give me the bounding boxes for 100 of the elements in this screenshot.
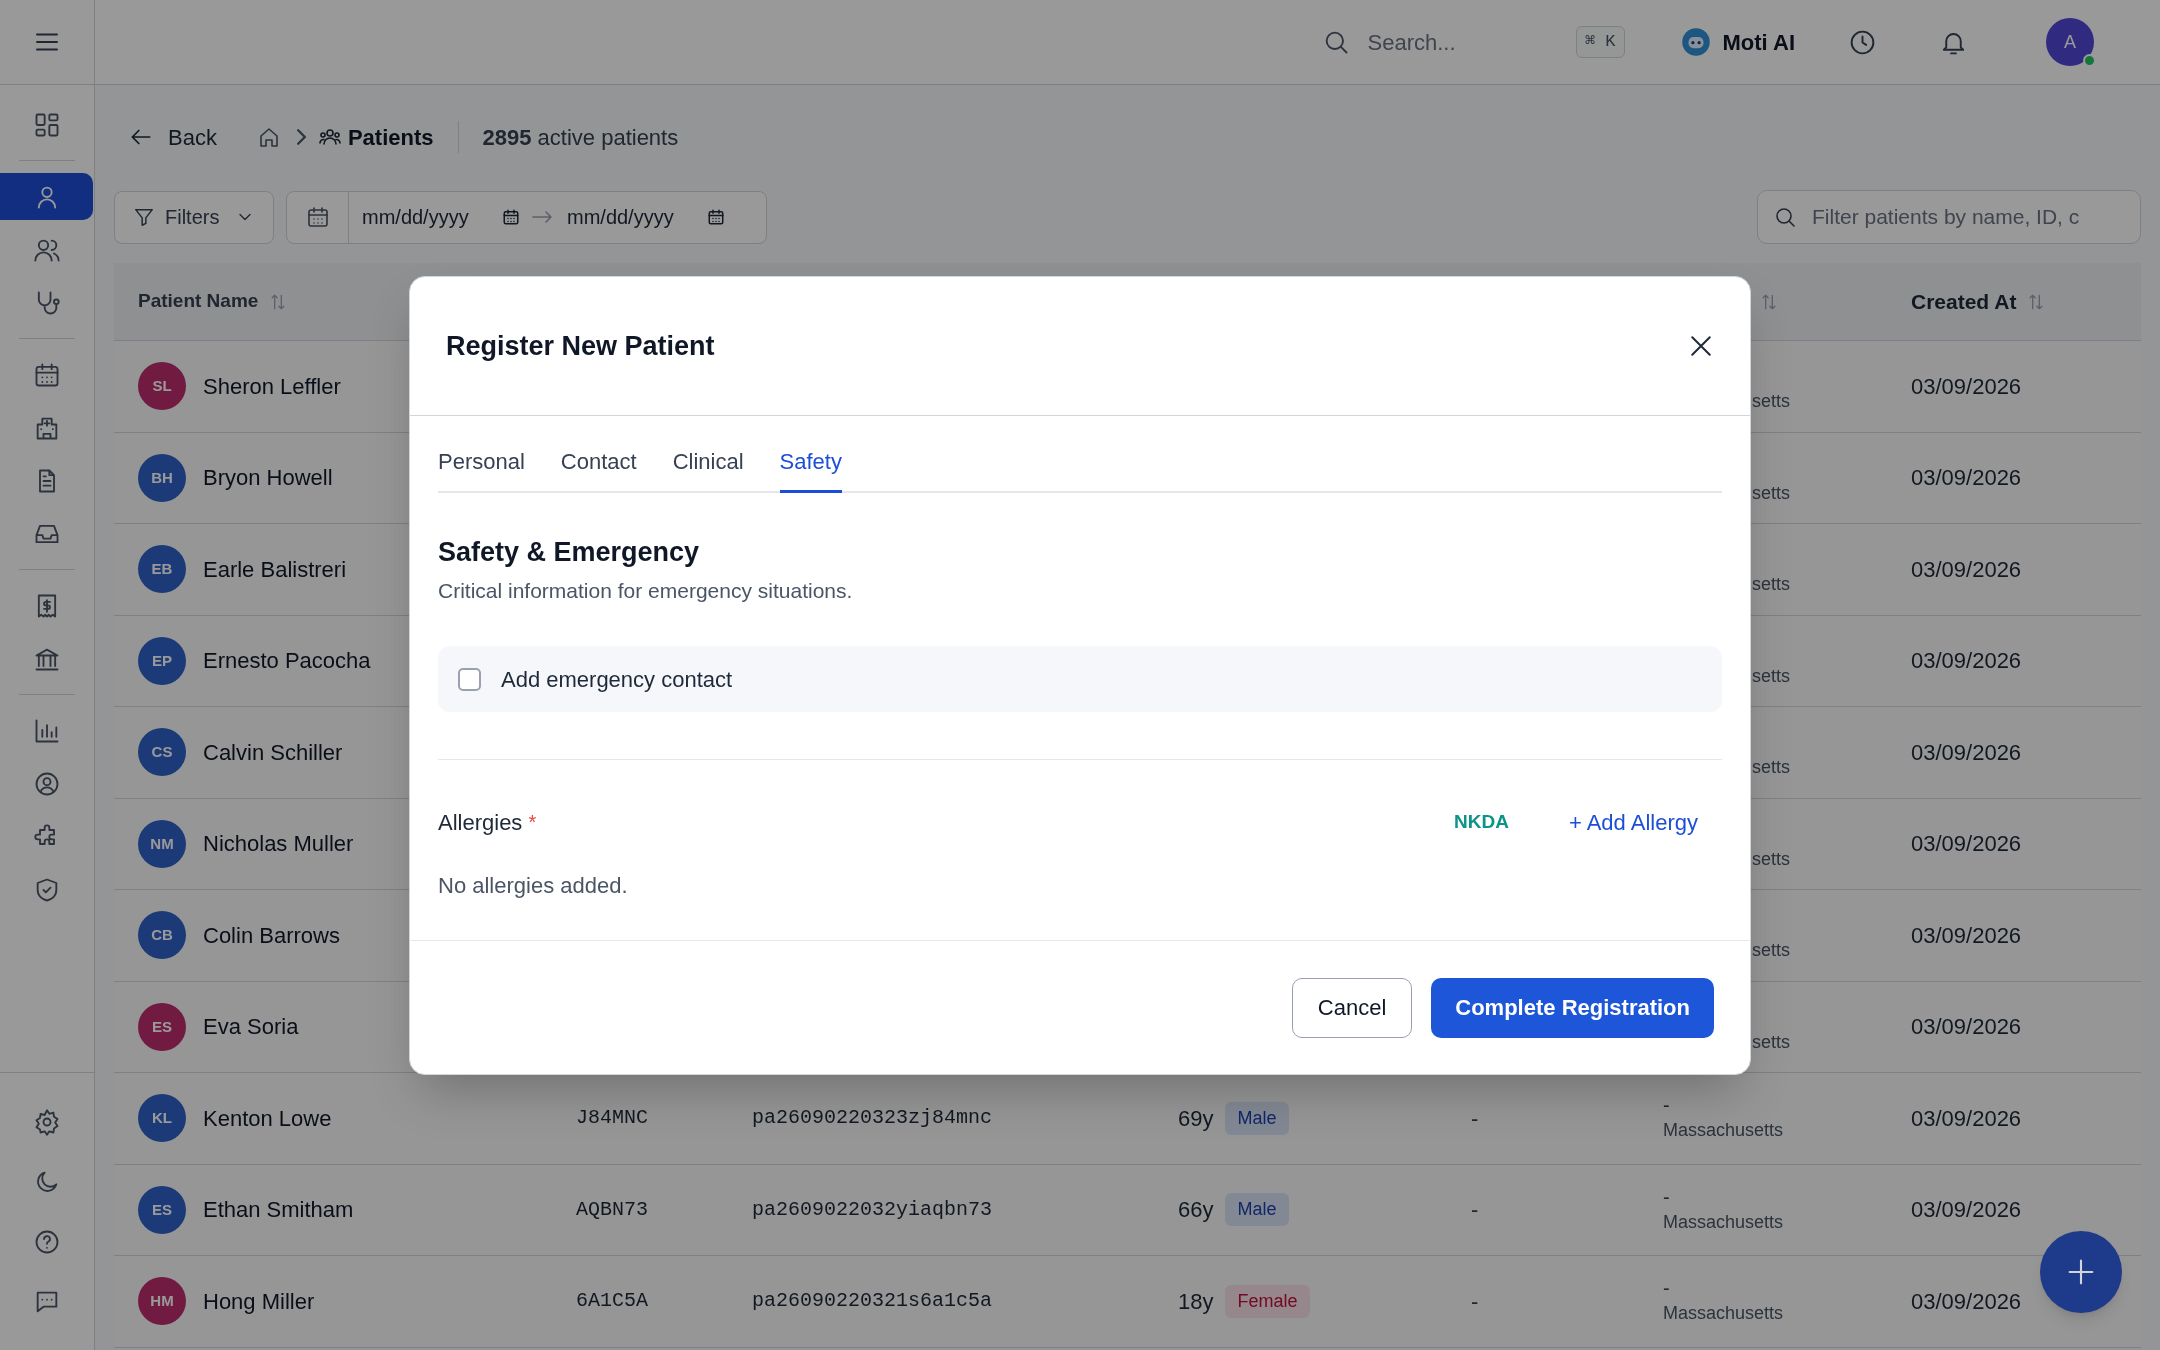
created-date: 03/09/2026 bbox=[1911, 922, 2022, 948]
avatar-initials: EP bbox=[138, 636, 186, 685]
keyboard-shortcut: ⌘ K bbox=[1575, 26, 1625, 58]
avatar-initials: CB bbox=[138, 911, 186, 960]
location-text: setts bbox=[1752, 664, 1791, 688]
table-cell: pa2609022032yiaqbn73 bbox=[752, 1197, 993, 1221]
empty-allergies-text: No allergies added. bbox=[438, 872, 629, 900]
breadcrumb-current: Patients bbox=[347, 123, 434, 152]
dialog-tab[interactable]: Contact bbox=[560, 433, 637, 493]
section-title: Safety & Emergency bbox=[438, 536, 701, 569]
avatar-initials: NM bbox=[138, 819, 186, 868]
chevron-right-icon bbox=[296, 129, 306, 145]
age-text: 69y bbox=[1178, 1104, 1214, 1133]
section-description: Critical information for emergency situations. bbox=[438, 577, 854, 604]
nkda-button[interactable]: NKDA bbox=[1454, 807, 1509, 837]
table-cell-text: - bbox=[1663, 1276, 1671, 1301]
location-text: setts bbox=[1752, 390, 1791, 414]
table-cell: - bbox=[1471, 1197, 1479, 1223]
age-text: 18y bbox=[1178, 1287, 1214, 1316]
created-date: 03/09/2026 bbox=[1911, 648, 2022, 674]
table-cell: - bbox=[1471, 1105, 1479, 1131]
created-date: 03/09/2026 bbox=[1911, 831, 2022, 857]
created-date: 03/09/2026 bbox=[1911, 465, 2022, 491]
age-text: 66y bbox=[1178, 1196, 1214, 1225]
location-text: setts bbox=[1752, 573, 1791, 597]
robot-face-icon bbox=[1680, 27, 1711, 57]
required-asterisk: * bbox=[528, 810, 537, 835]
dialog-tab[interactable]: Clinical bbox=[672, 433, 744, 493]
patient-name: Nicholas Muller bbox=[203, 830, 354, 859]
created-date: 03/09/2026 bbox=[1911, 1288, 2022, 1314]
table-cell: - bbox=[1471, 1288, 1479, 1314]
patient-search-field[interactable]: Filter patients by name, ID, c bbox=[1757, 190, 2141, 244]
patient-name: Ernesto Pacocha bbox=[203, 647, 371, 676]
table-cell-text: - bbox=[1663, 1093, 1671, 1118]
checkbox[interactable] bbox=[458, 667, 481, 691]
dialog-tab[interactable]: Safety bbox=[779, 433, 842, 493]
created-date: 03/09/2026 bbox=[1911, 373, 2022, 399]
created-date: 03/09/2026 bbox=[1911, 1197, 2022, 1223]
patient-name: Calvin Schiller bbox=[203, 738, 343, 767]
created-date: 03/09/2026 bbox=[1911, 739, 2022, 765]
location-text: setts bbox=[1752, 847, 1791, 871]
location-text: Massachusetts bbox=[1663, 1302, 1785, 1326]
dialog-tab[interactable]: Personal bbox=[438, 433, 525, 493]
column-header[interactable]: Created At bbox=[1911, 285, 2017, 318]
date-field[interactable]: mm/dd/yyyy bbox=[362, 202, 488, 232]
column-header[interactable]: Patient Name bbox=[138, 287, 259, 316]
created-date: 03/09/2026 bbox=[1911, 1105, 2022, 1131]
location-text: setts bbox=[1752, 939, 1791, 963]
avatar-initials: ES bbox=[138, 1002, 186, 1051]
patient-name: Sheron Leffler bbox=[203, 372, 341, 401]
complete-registration-button[interactable]: Complete Registration bbox=[1431, 977, 1714, 1038]
filters-button[interactable]: Filters bbox=[114, 190, 274, 244]
search-field[interactable]: Search... bbox=[1367, 25, 1538, 59]
calendar-icon bbox=[502, 208, 520, 226]
filter-icon bbox=[133, 206, 155, 228]
table-cell: AQBN73 bbox=[576, 1197, 648, 1221]
dialog-title: Register New Patient bbox=[446, 329, 715, 363]
avatar-initials: KL bbox=[138, 1094, 186, 1143]
sidebar-item[interactable] bbox=[0, 173, 93, 220]
date-field[interactable]: mm/dd/yyyy bbox=[567, 202, 693, 232]
patient-name: Kenton Lowe bbox=[203, 1104, 332, 1133]
location-text: Massachusetts bbox=[1663, 1210, 1785, 1234]
assistant-button[interactable]: Moti AI bbox=[1680, 25, 1795, 59]
checkbox-label: Add emergency contact bbox=[501, 665, 733, 694]
location-text: setts bbox=[1752, 756, 1791, 780]
gender-badge: Female bbox=[1225, 1284, 1310, 1318]
cancel-button[interactable]: Cancel bbox=[1291, 977, 1413, 1038]
avatar-initials: EB bbox=[138, 545, 186, 594]
patient-name: Hong Miller bbox=[203, 1287, 315, 1316]
avatar-initials: ES bbox=[138, 1185, 186, 1234]
calendar-icon bbox=[305, 205, 330, 229]
patient-count: 2895 active patients bbox=[482, 123, 679, 152]
patient-name: Colin Barrows bbox=[203, 921, 340, 950]
settings-icon bbox=[33, 1108, 61, 1136]
patient-name: Ethan Smitham bbox=[203, 1196, 354, 1225]
help-icon bbox=[33, 1228, 61, 1256]
table-cell: J84MNC bbox=[576, 1106, 648, 1130]
location-text: setts bbox=[1752, 1030, 1791, 1054]
patient-name: Eva Soria bbox=[203, 1013, 299, 1042]
back-link[interactable]: Back bbox=[128, 120, 217, 154]
gender-badge: Male bbox=[1225, 1101, 1289, 1135]
location-text: Massachusetts bbox=[1663, 1119, 1785, 1143]
patient-name: Bryon Howell bbox=[203, 464, 333, 493]
user-avatar[interactable]: A bbox=[2046, 18, 2094, 66]
calendar-icon bbox=[707, 208, 725, 226]
avatar-initials: BH bbox=[138, 453, 186, 502]
created-date: 03/09/2026 bbox=[1911, 556, 2022, 582]
allergies-label: Allergies bbox=[438, 808, 523, 837]
table-cell: pa26090220321s6a1c5a bbox=[752, 1289, 993, 1313]
table-cell: pa26090220323zj84mnc bbox=[752, 1106, 993, 1130]
gender-badge: Male bbox=[1225, 1193, 1289, 1227]
avatar-initials: HM bbox=[138, 1277, 186, 1326]
created-date: 03/09/2026 bbox=[1911, 1014, 2022, 1040]
table-cell-text: - bbox=[1663, 1184, 1671, 1209]
avatar-initials: SL bbox=[138, 362, 186, 411]
table-cell: 6A1C5A bbox=[576, 1289, 648, 1313]
avatar-initials: CS bbox=[138, 728, 186, 777]
patient-name: Earle Balistreri bbox=[203, 555, 347, 584]
search-icon bbox=[1773, 205, 1797, 229]
add-allergy-link[interactable]: + Add Allergy bbox=[1568, 805, 1698, 839]
